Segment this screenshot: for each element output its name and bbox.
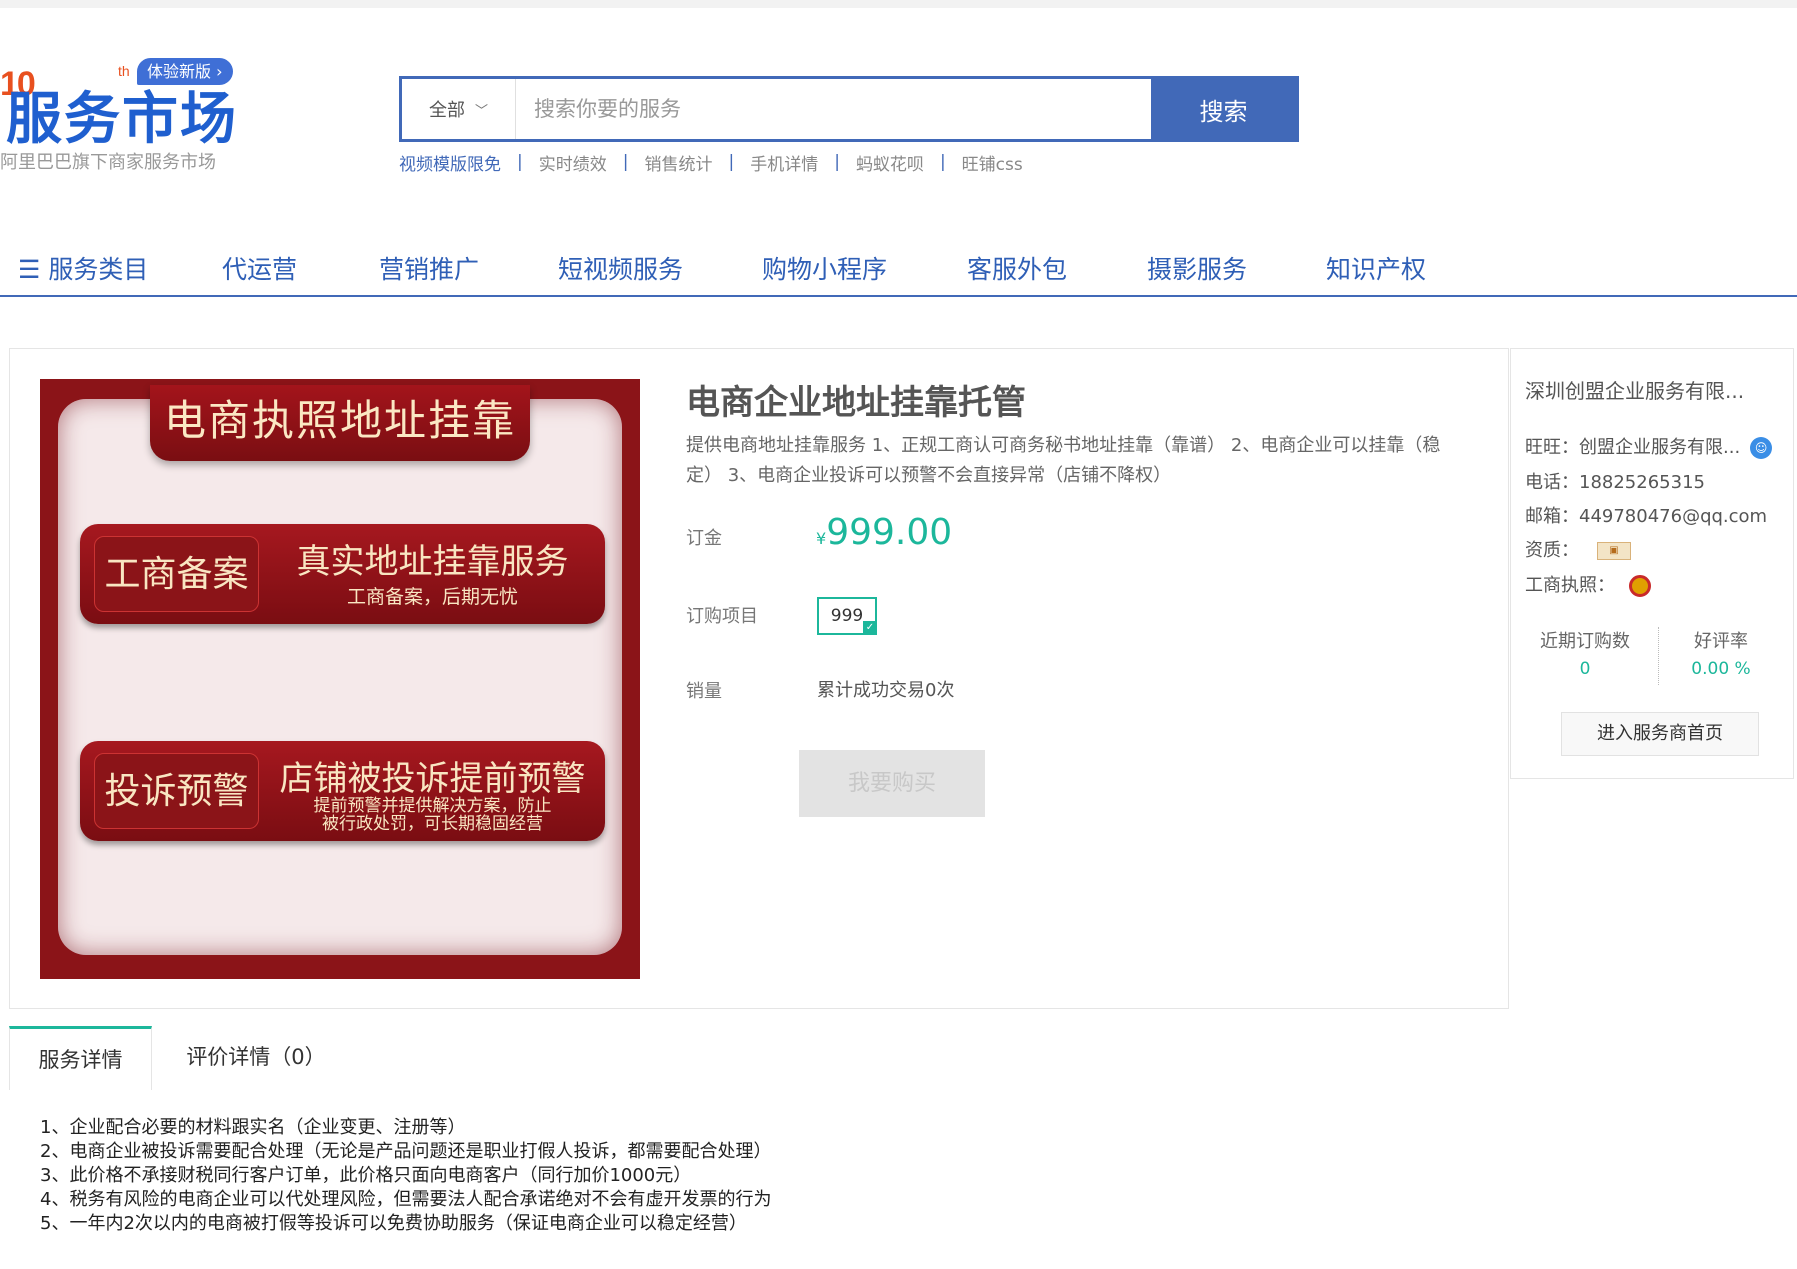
menu-icon: ☰: [18, 255, 41, 284]
separator: |: [622, 152, 629, 172]
option-label: 订购项目: [686, 606, 758, 627]
banner-card-sub: 提前预警并提供解决方案，防止 被行政处罚，可长期稳固经营: [270, 797, 595, 833]
product-price: ¥999.00: [816, 512, 952, 553]
seller-phone: 电话：18825265315: [1525, 472, 1705, 493]
check-icon: ✓: [863, 621, 877, 635]
banner-card-main: 店铺被投诉提前预警: [279, 759, 586, 799]
hot-search-links: 视频模版限免 | 实时绩效 | 销售统计 | 手机详情 | 蚂蚁花呗 | 旺铺c…: [399, 150, 1023, 175]
banner-card-tag: 投诉预警: [94, 753, 259, 829]
nav-item-customer-service[interactable]: 客服外包: [967, 250, 1067, 286]
logo-title: 服务市场: [6, 87, 238, 152]
seller-qualification-label: 资质：: [1525, 540, 1579, 561]
hot-link[interactable]: 销售统计: [644, 150, 712, 175]
detail-line: 5、一年内2次以内的电商被打假等投诉可以免费协助服务（保证电商企业可以稳定经营）: [40, 1213, 747, 1234]
separator: |: [834, 152, 840, 172]
deposit-label: 订金: [686, 528, 722, 549]
banner-card-complaint: 投诉预警 店铺被投诉提前预警 提前预警并提供解决方案，防止 被行政处罚，可长期稳…: [80, 741, 605, 841]
banner-card-tag: 工商备案: [94, 536, 259, 612]
banner-card-main: 真实地址挂靠服务: [296, 542, 569, 582]
chevron-down-icon: ﹀: [474, 103, 488, 119]
separator: |: [939, 152, 946, 172]
stat-value: 0: [1579, 659, 1591, 679]
hot-link[interactable]: 蚂蚁花呗: [856, 150, 924, 175]
seller-wangwang: 旺旺：创盟企业服务有限... ☺: [1525, 433, 1773, 459]
nav-item-photography[interactable]: 摄影服务: [1147, 250, 1247, 286]
logo-subtitle: 阿里巴巴旗下商家服务市场: [0, 152, 216, 173]
detail-line: 1、企业配合必要的材料跟实名（企业变更、注册等）: [40, 1117, 466, 1138]
search-scope-select[interactable]: 全部 ﹀: [402, 79, 516, 139]
banner-card-sub-line: 被行政处罚，可长期稳固经营: [322, 814, 543, 834]
service-details-content: 1、企业配合必要的材料跟实名（企业变更、注册等） 2、电商企业被投诉需要配合处理…: [40, 1116, 771, 1236]
stat-recent-orders: 近期订购数 0: [1525, 627, 1645, 679]
detail-line: 3、此价格不承接财税同行客户订单，此价格只面向电商客户（同行加价1000元）: [40, 1165, 692, 1186]
search-input[interactable]: [516, 79, 1151, 139]
search-bar: 全部 ﹀ 搜索: [399, 76, 1299, 142]
certificate-icon[interactable]: ▣: [1597, 542, 1631, 560]
separator: |: [517, 152, 523, 172]
banner-frame: [58, 399, 622, 955]
hot-link[interactable]: 手机详情: [750, 150, 818, 175]
stat-label: 好评率: [1694, 631, 1748, 652]
hot-link[interactable]: 视频模版限免: [399, 150, 501, 175]
divider: [1658, 627, 1659, 685]
currency-symbol: ¥: [816, 529, 827, 548]
nav-item-marketing[interactable]: 营销推广: [379, 250, 479, 286]
seller-qualification: 资质： ▣: [1525, 536, 1631, 562]
seller-license-label: 工商执照：: [1525, 575, 1615, 596]
sales-label: 销量: [686, 681, 722, 702]
seller-stats: 近期订购数 0 好评率 0.00 %: [1525, 627, 1781, 687]
logo-anniversary-suffix: th: [118, 63, 130, 79]
top-bar: [0, 0, 1797, 8]
banner-card-registration: 工商备案 真实地址挂靠服务 工商备案，后期无忧: [80, 524, 605, 624]
stat-value: 0.00 %: [1691, 659, 1751, 679]
site-logo[interactable]: 10 th 体验新版 › 服务市场 阿里巴巴旗下商家服务市场: [0, 55, 245, 175]
seller-license: 工商执照：: [1525, 571, 1651, 597]
seller-wangwang-text: 旺旺：创盟企业服务有限...: [1525, 437, 1741, 458]
wangwang-chat-icon[interactable]: ☺: [1750, 437, 1773, 459]
tab-service-details[interactable]: 服务详情: [9, 1026, 152, 1090]
option-chip-label: 999: [830, 606, 864, 626]
seller-name[interactable]: 深圳创盟企业服务有限...: [1525, 375, 1744, 404]
stat-label: 近期订购数: [1540, 631, 1630, 652]
banner-ribbon-title: 电商执照地址挂靠: [150, 385, 530, 461]
product-description: 提供电商地址挂靠服务 1、正规工商认可商务秘书地址挂靠（靠谱） 2、电商企业可以…: [686, 435, 1441, 486]
product-banner-image: 电商执照地址挂靠 工商备案 真实地址挂靠服务 工商备案，后期无忧 投诉预警 店铺…: [40, 379, 640, 979]
buy-button[interactable]: 我要购买: [799, 750, 985, 817]
product-title: 电商企业地址挂靠托管: [686, 383, 1026, 423]
option-chip[interactable]: 999 ✓: [817, 597, 877, 635]
hot-link[interactable]: 实时绩效: [539, 150, 607, 175]
search-button[interactable]: 搜索: [1151, 79, 1296, 139]
nav-item-categories[interactable]: ☰ 服务类目: [18, 250, 148, 286]
sales-value: 累计成功交易0次: [817, 680, 955, 701]
hot-link[interactable]: 旺铺css: [962, 150, 1023, 175]
product-panel: 电商执照地址挂靠 工商备案 真实地址挂靠服务 工商备案，后期无忧 投诉预警 店铺…: [9, 348, 1509, 1009]
business-license-icon[interactable]: [1629, 575, 1651, 597]
stat-positive-rate: 好评率 0.00 %: [1661, 627, 1781, 679]
try-new-version-badge[interactable]: 体验新版 ›: [137, 58, 233, 85]
nav-item-ip[interactable]: 知识产权: [1326, 250, 1426, 286]
main-nav: ☰ 服务类目 代运营 营销推广 短视频服务 购物小程序 客服外包 摄影服务 知识产…: [0, 242, 1797, 297]
price-value: 999.00: [826, 512, 953, 553]
banner-card-sub: 工商备案，后期无忧: [346, 586, 518, 608]
detail-line: 4、税务有风险的电商企业可以代处理风险，但需要法人配合承诺绝对不会有虚开发票的行…: [40, 1189, 772, 1210]
nav-item-operation[interactable]: 代运营: [222, 250, 297, 286]
search-scope-label: 全部: [428, 100, 465, 121]
tab-reviews[interactable]: 评价详情（0）: [181, 1026, 331, 1090]
seller-panel: 深圳创盟企业服务有限... 旺旺：创盟企业服务有限... ☺ 电话：1882526…: [1510, 348, 1794, 779]
detail-line: 2、电商企业被投诉需要配合处理（无论是产品问题还是职业打假人投诉，都需要配合处理…: [40, 1141, 772, 1162]
seller-email: 邮箱：449780476@qq.com: [1525, 506, 1768, 527]
nav-item-mini-program[interactable]: 购物小程序: [762, 250, 887, 286]
separator: |: [728, 152, 735, 172]
enter-provider-homepage-button[interactable]: 进入服务商首页: [1561, 712, 1759, 756]
nav-item-label: 服务类目: [48, 255, 149, 284]
nav-item-short-video[interactable]: 短视频服务: [558, 250, 683, 286]
banner-card-sub-line: 提前预警并提供解决方案，防止: [313, 796, 552, 816]
